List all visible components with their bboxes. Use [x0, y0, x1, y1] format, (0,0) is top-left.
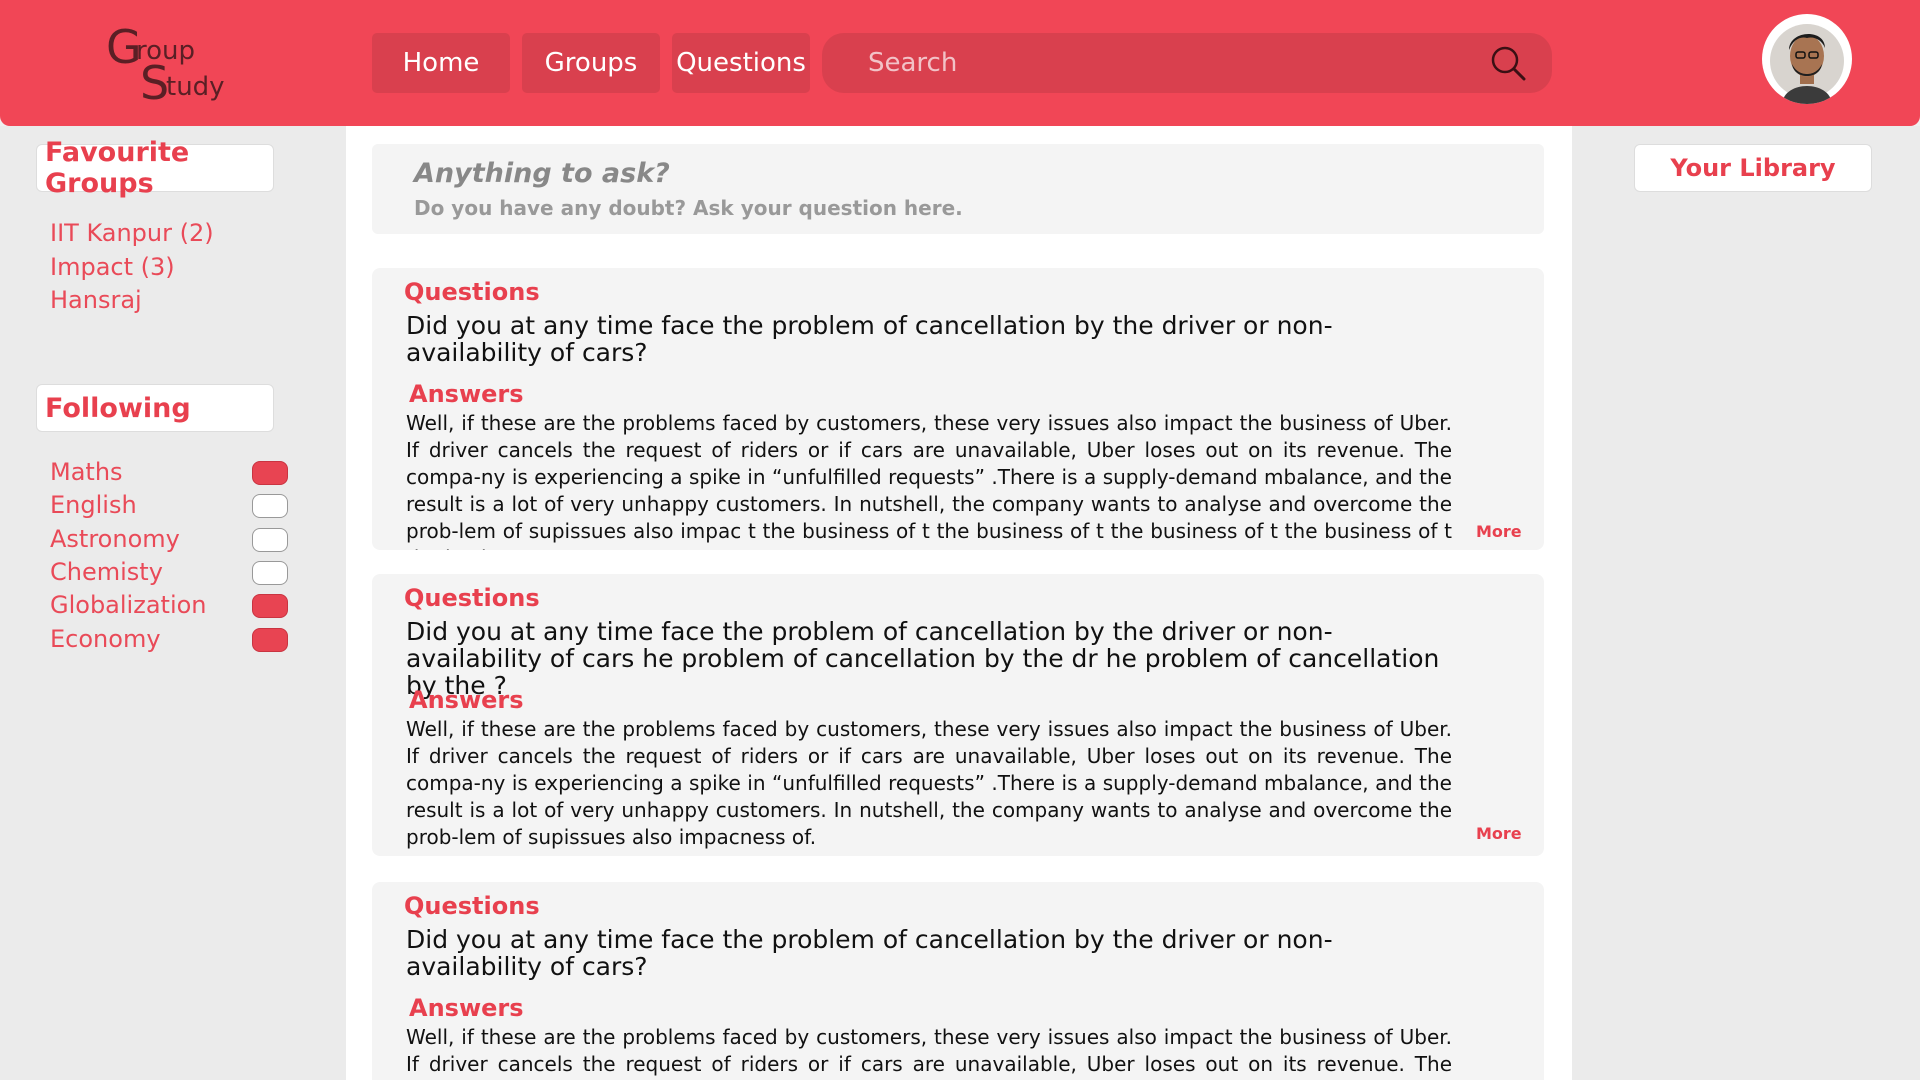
following-toggle[interactable] [252, 494, 288, 518]
favourite-group-item[interactable]: Impact (3) [50, 250, 175, 284]
your-library-button[interactable]: Your Library [1634, 144, 1872, 192]
question-text[interactable]: Did you at any time face the problem of … [406, 312, 1446, 366]
question-card[interactable]: Questions Did you at any time face the p… [372, 574, 1544, 856]
following-label[interactable]: Economy [50, 622, 161, 656]
nav-groups-button[interactable]: Groups [522, 33, 660, 93]
nav-questions-button[interactable]: Questions [672, 33, 810, 93]
user-avatar-icon [1763, 15, 1851, 104]
search-icon[interactable] [1488, 43, 1528, 83]
favourite-group-item[interactable]: Hansraj [50, 283, 142, 317]
ask-subtitle: Do you have any doubt? Ask your question… [414, 196, 963, 220]
following-toggle[interactable] [252, 594, 288, 618]
favourite-groups-heading: Favourite Groups [36, 137, 274, 199]
answer-text: Well, if these are the problems faced by… [406, 411, 1452, 550]
main-feed: Anything to ask? Do you have any doubt? … [346, 126, 1572, 1080]
answer-text: Well, if these are the problems faced by… [406, 1025, 1452, 1080]
question-text[interactable]: Did you at any time face the problem of … [406, 926, 1446, 980]
answers-label: Answers [409, 380, 524, 408]
logo-text-tudy: tudy [166, 72, 225, 102]
following-label[interactable]: Astronomy [50, 522, 180, 556]
search-input[interactable]: Search [868, 33, 957, 93]
answers-label: Answers [409, 994, 524, 1022]
search-bar[interactable]: Search [822, 33, 1552, 93]
favourite-group-item[interactable]: IIT Kanpur (2) [50, 216, 214, 250]
question-card[interactable]: Questions Did you at any time face the p… [372, 268, 1544, 550]
questions-label: Questions [404, 892, 540, 920]
following-item-economy: Economy [50, 622, 290, 656]
following-label[interactable]: Globalization [50, 588, 207, 622]
following-item-english: English [50, 488, 290, 522]
ask-question-box[interactable]: Anything to ask? Do you have any doubt? … [372, 144, 1544, 234]
right-sidebar: Your Library [1572, 126, 1920, 1080]
more-link[interactable]: More [1476, 522, 1522, 541]
answer-text: Well, if these are the problems faced by… [406, 717, 1452, 849]
following-item-globalization: Globalization [50, 588, 290, 622]
following-item-astronomy: Astronomy [50, 522, 290, 556]
following-heading: Following [36, 384, 274, 432]
following-item-maths: Maths [50, 455, 290, 489]
following-item-chemisty: Chemisty [50, 555, 290, 589]
top-header: G roup S tudy Home Groups Questions Sear… [0, 0, 1920, 126]
question-card[interactable]: Questions Did you at any time face the p… [372, 882, 1544, 1080]
following-toggle[interactable] [252, 528, 288, 552]
following-toggle[interactable] [252, 461, 288, 485]
following-label[interactable]: Maths [50, 455, 123, 489]
answers-label: Answers [409, 686, 524, 714]
following-toggle[interactable] [252, 561, 288, 585]
logo-letter-s: S [140, 56, 170, 110]
following-toggle[interactable] [252, 628, 288, 652]
following-label[interactable]: Chemisty [50, 555, 163, 589]
more-link[interactable]: More [1476, 824, 1522, 843]
avatar[interactable] [1762, 14, 1852, 104]
questions-label: Questions [404, 584, 540, 612]
question-text[interactable]: Did you at any time face the problem of … [406, 618, 1446, 699]
logo[interactable]: G roup S tudy [106, 24, 236, 110]
nav-home-button[interactable]: Home [372, 33, 510, 93]
questions-label: Questions [404, 278, 540, 306]
left-sidebar: Favourite Groups IIT Kanpur (2) Impact (… [0, 126, 346, 1080]
following-label[interactable]: English [50, 488, 137, 522]
ask-title: Anything to ask? [414, 158, 670, 189]
